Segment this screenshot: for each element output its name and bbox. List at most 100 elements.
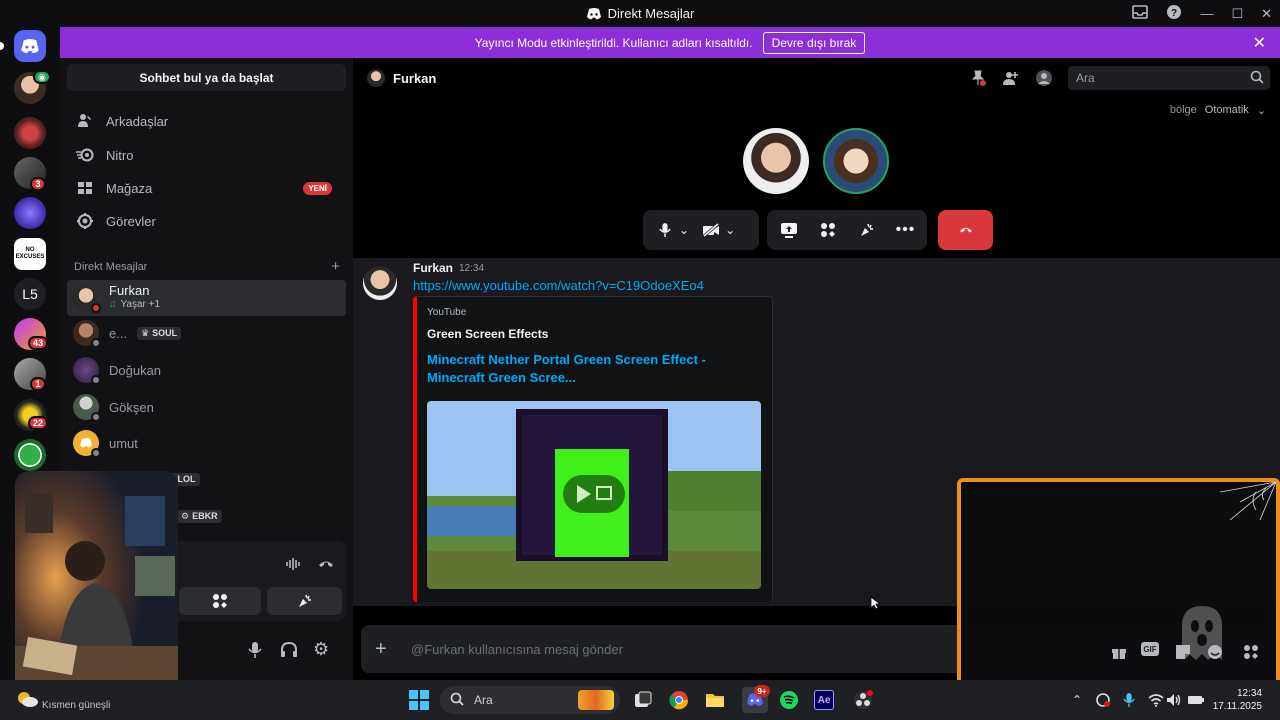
file-explorer-icon[interactable] <box>704 689 726 711</box>
settings-gear-icon[interactable]: ⚙ <box>313 640 329 658</box>
create-dm-plus-icon[interactable]: + <box>331 259 340 274</box>
server-icon-7[interactable] <box>14 439 46 471</box>
noise-suppression-icon[interactable] <box>286 557 302 576</box>
disconnect-icon[interactable] <box>318 557 334 575</box>
task-view-icon[interactable] <box>632 689 654 711</box>
soundboard-icon[interactable] <box>853 216 880 244</box>
search-highlight-icon <box>578 690 614 710</box>
chat-search-placeholder: Ara <box>1076 71 1095 85</box>
nav-friends[interactable]: Arkadaşlar <box>68 106 346 136</box>
server-icon-1[interactable] <box>14 117 46 149</box>
obs-icon[interactable] <box>852 689 874 711</box>
emoji-icon[interactable] <box>1205 642 1225 662</box>
clock-date: 17.11.2025 <box>1212 701 1262 712</box>
chevron-down-icon[interactable]: ⌄ <box>725 223 735 237</box>
tray-app-icon[interactable] <box>1092 689 1114 711</box>
avatar <box>73 430 101 458</box>
activities-icon[interactable] <box>814 216 841 244</box>
disable-streamer-mode-button[interactable]: Devre dışı bırak <box>762 31 866 54</box>
hang-up-button[interactable] <box>938 210 993 250</box>
microphone-icon[interactable] <box>248 641 262 664</box>
call-participant-avatar-self[interactable] <box>823 128 889 194</box>
search-icon <box>1250 70 1264 87</box>
close-window-icon[interactable]: ✕ <box>1261 6 1272 22</box>
streamer-mode-banner: Yayıncı Modu etkinleştirildi. Kullanıcı … <box>60 27 1280 58</box>
soundboard-button[interactable] <box>267 587 342 615</box>
maximize-icon[interactable]: ☐ <box>1231 6 1243 22</box>
banner-text: Yayıncı Modu etkinleştirildi. Kullanıcı … <box>474 35 753 50</box>
windows-logo-icon <box>409 690 429 710</box>
headphones-icon[interactable] <box>280 641 298 664</box>
weather-text[interactable]: Kısmen güneşli <box>42 700 110 711</box>
dm-item-umut[interactable]: umut <box>67 426 346 460</box>
microphone-icon[interactable] <box>651 216 679 244</box>
new-badge: YENİ <box>303 181 332 195</box>
dm-item-e[interactable]: e... ♛ SOUL <box>67 316 346 350</box>
apps-icon[interactable] <box>1241 642 1261 662</box>
chevron-down-icon[interactable]: ⌄ <box>679 223 689 237</box>
battery-icon[interactable] <box>1185 689 1207 711</box>
gif-icon[interactable]: GIF <box>1141 642 1159 656</box>
nav-nitro[interactable]: Nitro <box>68 140 346 170</box>
user-profile-icon[interactable] <box>1035 69 1053 87</box>
tray-overflow-chevron-icon[interactable]: ⌃ <box>1066 689 1088 711</box>
start-button[interactable] <box>408 689 430 711</box>
chrome-icon[interactable] <box>668 689 690 711</box>
server-icon-3[interactable] <box>14 197 46 229</box>
dm-activity: Yaşar +1 <box>120 299 161 310</box>
mouse-cursor-icon <box>870 596 880 610</box>
chat-search-input[interactable]: Ara <box>1068 66 1270 90</box>
guild-tag-icon: ⚙ <box>181 510 190 521</box>
volume-icon[interactable] <box>1163 689 1185 711</box>
guild-tag: ♛ SOUL <box>137 326 182 340</box>
dm-item-dogukan[interactable]: Doğukan <box>67 353 346 387</box>
server-icon-l5[interactable]: L5 <box>14 278 46 310</box>
embed-author[interactable]: Green Screen Effects <box>427 327 548 341</box>
weather-icon[interactable] <box>16 688 38 710</box>
message-author-avatar[interactable] <box>363 266 397 300</box>
video-thumbnail[interactable] <box>427 401 761 589</box>
home-button[interactable] <box>14 30 46 62</box>
sticker-icon[interactable] <box>1173 642 1193 662</box>
embed-title[interactable]: Minecraft Nether Portal Green Screen Eff… <box>427 351 747 387</box>
spotify-icon[interactable] <box>778 689 800 711</box>
camera-off-icon[interactable] <box>697 216 725 244</box>
after-effects-icon[interactable]: Ae <box>814 690 834 710</box>
minimize-icon[interactable]: — <box>1200 6 1213 21</box>
rail-selected-pip <box>0 42 4 50</box>
spiderweb-icon <box>1220 482 1276 520</box>
avatar <box>73 320 101 348</box>
window-title-text: Direkt Mesajlar <box>607 6 695 21</box>
more-options-icon[interactable]: ••• <box>892 216 919 244</box>
message-link[interactable]: https://www.youtube.com/watch?v=C19OdoeX… <box>413 278 704 293</box>
activities-button[interactable] <box>179 587 261 615</box>
attach-plus-icon[interactable]: + <box>375 639 387 659</box>
taskbar-search[interactable]: Ara <box>440 686 620 714</box>
title-bar: Direkt Mesajlar ? — ☐ ✕ <box>0 0 1280 27</box>
dm-item-furkan[interactable]: Furkan ♫ Yaşar +1 <box>67 280 346 316</box>
banner-close-icon[interactable]: ✕ <box>1253 33 1266 53</box>
find-conversation-button[interactable]: Sohbet bul ya da başlat <box>67 64 346 91</box>
embed-provider[interactable]: YouTube <box>427 307 466 318</box>
region-selector[interactable]: bölge Otomatik ⌄ <box>1170 104 1266 117</box>
add-friends-to-dm-icon[interactable] <box>1001 69 1019 87</box>
gift-icon[interactable] <box>1109 642 1129 662</box>
help-icon[interactable]: ? <box>1166 4 1182 23</box>
pinned-messages-icon[interactable] <box>969 69 987 87</box>
dm-item-goksen[interactable]: Gökşen <box>67 390 346 424</box>
taskbar-clock[interactable]: 12:34 17.11.2025 <box>1213 687 1262 713</box>
inbox-icon[interactable] <box>1132 5 1149 22</box>
screen-share-icon[interactable] <box>775 216 802 244</box>
message-input[interactable] <box>411 637 931 661</box>
nav-quests[interactable]: Görevler <box>68 206 346 236</box>
rail-voice-badge: ◉ <box>33 70 51 84</box>
tray-microphone-icon[interactable] <box>1118 689 1140 711</box>
nav-shop[interactable]: Mağaza YENİ <box>68 173 346 203</box>
message-author[interactable]: Furkan <box>413 261 453 275</box>
nav-friends-label: Arkadaşlar <box>106 113 169 129</box>
dm-section-header: Direkt Mesajlar + <box>74 259 340 274</box>
server-icon-noexcuses[interactable]: NO EXCUSES <box>14 238 46 270</box>
call-participant-avatar-furkan[interactable] <box>743 128 809 194</box>
recipient-name[interactable]: Furkan <box>393 71 436 86</box>
rail-badge-2: 43 <box>28 336 49 350</box>
